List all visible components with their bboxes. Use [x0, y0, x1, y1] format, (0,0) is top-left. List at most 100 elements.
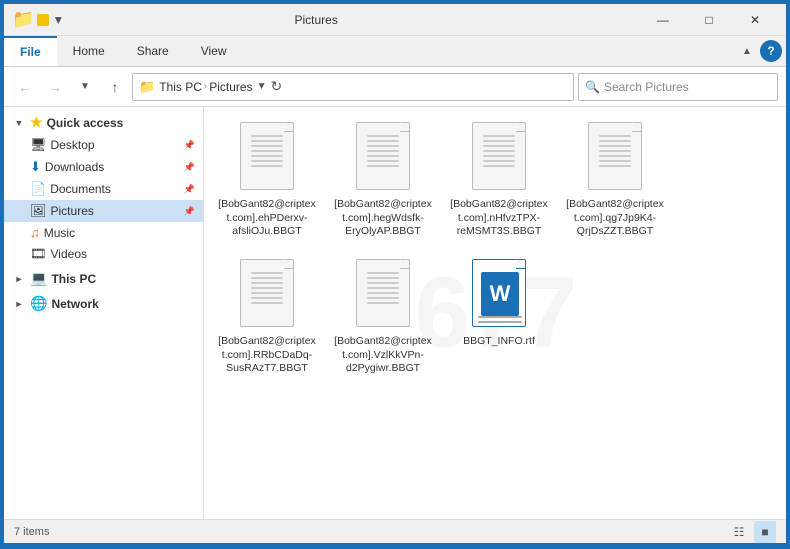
file-icon-6: W	[469, 259, 529, 331]
file-body	[240, 122, 294, 190]
network-icon: 🌐	[30, 295, 47, 312]
view-controls: ☷ ■	[728, 521, 776, 543]
network-label: Network	[51, 297, 98, 311]
tab-view[interactable]: View	[185, 36, 243, 66]
file-lines	[251, 135, 283, 170]
documents-pin-icon: 📌	[184, 184, 195, 195]
music-icon: ♫	[30, 225, 40, 240]
files-grid: [BobGant82@criptext.com].ehPDerxv-afsliO…	[212, 115, 778, 383]
path-pictures[interactable]: Pictures	[209, 80, 252, 94]
help-button[interactable]: ?	[760, 40, 782, 62]
videos-icon: 🎞	[30, 246, 47, 262]
file-item-2[interactable]: [BobGant82@criptext.com].nHfvzTPX-reMSMT…	[444, 115, 554, 246]
this-pc-section: ► 💻 This PC	[4, 267, 203, 290]
path-this-pc[interactable]: This PC	[159, 80, 202, 94]
desktop-label: Desktop	[51, 138, 95, 152]
search-placeholder: Search Pictures	[604, 80, 689, 94]
sidebar-item-documents[interactable]: 📄 Documents 📌	[4, 178, 203, 200]
network-header[interactable]: ► 🌐 Network	[4, 292, 203, 315]
file-body	[588, 122, 642, 190]
file-body	[472, 122, 526, 190]
file-fold-inner	[284, 122, 293, 131]
this-pc-expand: ►	[12, 272, 26, 286]
pictures-pin-icon: 📌	[184, 206, 195, 217]
documents-icon: 📄	[30, 181, 46, 197]
file-item-0[interactable]: [BobGant82@criptext.com].ehPDerxv-afsliO…	[212, 115, 322, 246]
file-fold-inner	[400, 122, 409, 131]
file-area: 677 [BobGa	[204, 107, 786, 519]
ribbon-collapse[interactable]: ▲	[734, 38, 760, 64]
maximize-button[interactable]: □	[686, 4, 732, 36]
this-pc-header[interactable]: ► 💻 This PC	[4, 267, 203, 290]
tab-file[interactable]: File	[4, 36, 57, 66]
sidebar-item-videos[interactable]: 🎞 Videos	[4, 243, 203, 265]
file-icon-4	[237, 259, 297, 331]
file-body	[356, 122, 410, 190]
file-fold-inner	[632, 122, 641, 131]
file-lines	[599, 135, 631, 170]
file-icon-3	[585, 122, 645, 194]
large-icon-view-button[interactable]: ■	[754, 521, 776, 543]
refresh-button[interactable]: ↻	[270, 78, 282, 95]
file-lines	[483, 135, 515, 170]
main-content: ▼ ★ Quick access 🖥 Desktop 📌 ⬇ Downloads…	[4, 107, 786, 519]
music-label: Music	[44, 226, 75, 240]
file-icon-5	[353, 259, 413, 331]
file-icon-1	[353, 122, 413, 194]
pictures-label: Pictures	[51, 204, 94, 218]
sidebar: ▼ ★ Quick access 🖥 Desktop 📌 ⬇ Downloads…	[4, 107, 204, 519]
tab-share[interactable]: Share	[121, 36, 185, 66]
file-item-5[interactable]: [BobGant82@criptext.com].VzlKkVPn-d2Pygi…	[328, 252, 438, 383]
file-lines	[251, 272, 283, 307]
window-title: Pictures	[0, 13, 640, 27]
forward-button[interactable]: →	[42, 74, 68, 100]
file-name-6: BBGT_INFO.rtf	[463, 335, 535, 349]
pictures-icon: 🖼	[30, 203, 47, 219]
sidebar-item-music[interactable]: ♫ Music	[4, 222, 203, 243]
up-button[interactable]: ↑	[102, 74, 128, 100]
sidebar-item-desktop[interactable]: 🖥 Desktop 📌	[4, 134, 203, 156]
file-icon-0	[237, 122, 297, 194]
this-pc-icon: 💻	[30, 270, 47, 287]
address-bar[interactable]: 📁 This PC › Pictures ▼ ↻	[132, 73, 574, 101]
file-icon-2	[469, 122, 529, 194]
tab-home[interactable]: Home	[57, 36, 121, 66]
minimize-button[interactable]: —	[640, 4, 686, 36]
quick-access-label: Quick access	[47, 116, 124, 130]
path-sep-1: ›	[204, 81, 207, 92]
quick-access-expand: ▼	[12, 116, 26, 130]
window-controls: — □ ✕	[640, 4, 778, 36]
file-name-4: [BobGant82@criptext.com].RRbCDaDq-SusRAz…	[217, 335, 317, 376]
rtf-file-body: W	[472, 259, 526, 327]
item-count: 7 items	[14, 526, 49, 538]
list-view-button[interactable]: ☷	[728, 521, 750, 543]
quick-access-star-icon: ★	[30, 114, 43, 131]
ribbon-tabs: File Home Share View ▲ ?	[4, 36, 786, 66]
sidebar-item-pictures[interactable]: 🖼 Pictures 📌	[4, 200, 203, 222]
desktop-icon: 🖥	[30, 137, 47, 153]
close-button[interactable]: ✕	[732, 4, 778, 36]
file-lines	[367, 272, 399, 307]
rtf-lines	[478, 316, 522, 326]
file-fold-inner	[284, 259, 293, 268]
file-fold-inner	[516, 122, 525, 131]
this-pc-label: This PC	[51, 272, 96, 286]
quick-access-header[interactable]: ▼ ★ Quick access	[4, 111, 203, 134]
dropdown-button[interactable]: ▼	[72, 74, 98, 100]
search-icon: 🔍	[585, 80, 600, 94]
search-box[interactable]: 🔍 Search Pictures	[578, 73, 778, 101]
file-body	[240, 259, 294, 327]
back-button[interactable]: ←	[12, 74, 38, 100]
nav-bar: ← → ▼ ↑ 📁 This PC › Pictures ▼ ↻ 🔍 Searc…	[4, 67, 786, 107]
sidebar-item-downloads[interactable]: ⬇ Downloads 📌	[4, 156, 203, 178]
file-name-1: [BobGant82@criptext.com].hegWdsfk-EryOly…	[333, 198, 433, 239]
rtf-fold-inner	[516, 259, 525, 268]
address-dropdown-icon[interactable]: ▼	[257, 81, 267, 92]
file-item-6[interactable]: W BBGT_INFO.rtf	[444, 252, 554, 383]
file-name-3: [BobGant82@criptext.com].qg7Jp9K4-QrjDsZ…	[565, 198, 665, 239]
desktop-pin-icon: 📌	[184, 140, 195, 151]
network-section: ► 🌐 Network	[4, 292, 203, 315]
file-item-4[interactable]: [BobGant82@criptext.com].RRbCDaDq-SusRAz…	[212, 252, 322, 383]
file-item-3[interactable]: [BobGant82@criptext.com].qg7Jp9K4-QrjDsZ…	[560, 115, 670, 246]
file-item-1[interactable]: [BobGant82@criptext.com].hegWdsfk-EryOly…	[328, 115, 438, 246]
